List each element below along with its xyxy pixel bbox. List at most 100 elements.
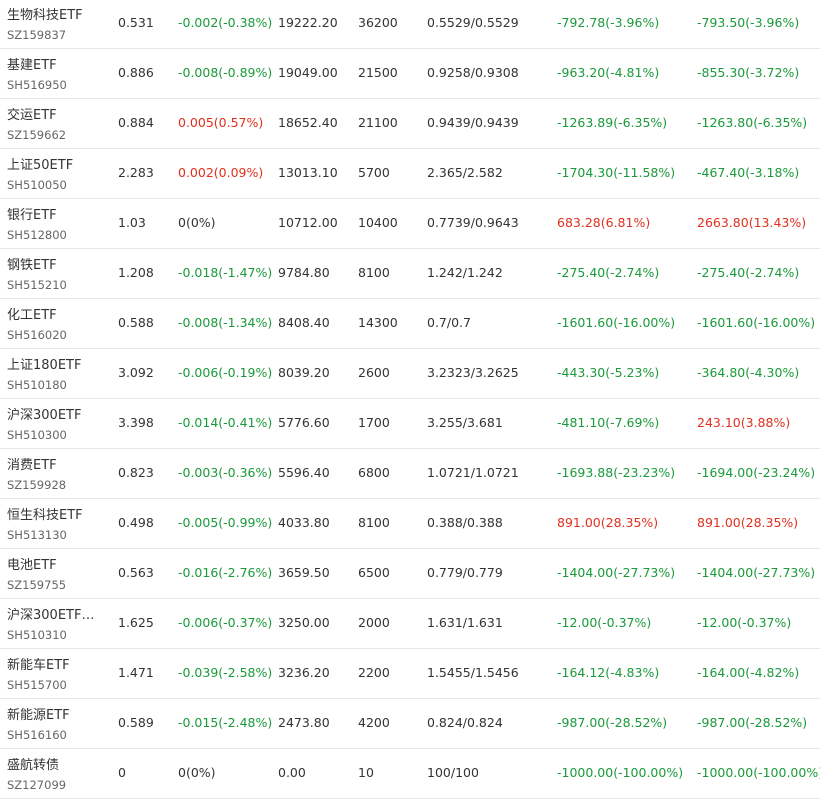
position-quantity: 1700 — [358, 415, 390, 430]
price-change: -0.006(-0.19%) — [178, 365, 273, 380]
security-name[interactable]: 恒生科技ETF — [7, 508, 97, 524]
profit-loss-alt: 243.10(3.88%) — [697, 415, 791, 430]
security-name[interactable]: 消费ETF — [7, 458, 97, 474]
profit-loss: -1000.00(-100.00%) — [557, 765, 684, 780]
profit-loss-alt: -1694.00(-23.24%) — [697, 465, 816, 480]
profit-loss: -443.30(-5.23%) — [557, 365, 660, 380]
position-quantity: 21100 — [358, 115, 398, 130]
security-cell: 上证180ETF SH510180 — [7, 358, 107, 392]
profit-loss: -1263.89(-6.35%) — [557, 115, 668, 130]
market-value: 3236.20 — [278, 665, 330, 680]
current-price: 0.531 — [118, 15, 154, 30]
security-name[interactable]: 上证180ETF — [7, 358, 97, 374]
security-name[interactable]: 沪深300ETF — [7, 408, 97, 424]
profit-loss-alt: -164.00(-4.82%) — [697, 665, 800, 680]
current-price: 0.589 — [118, 715, 154, 730]
market-value: 3250.00 — [278, 615, 330, 630]
holding-row[interactable]: 基建ETF SH516950 0.886 -0.008(-0.89%) 1904… — [0, 49, 820, 99]
cost-price: 0.7/0.7 — [427, 315, 471, 330]
holding-row[interactable]: 新能车ETF SH515700 1.471 -0.039(-2.58%) 323… — [0, 649, 820, 699]
price-change: -0.008(-1.34%) — [178, 315, 273, 330]
holding-row[interactable]: 钢铁ETF SH515210 1.208 -0.018(-1.47%) 9784… — [0, 249, 820, 299]
profit-loss: -792.78(-3.96%) — [557, 15, 660, 30]
cost-price: 0.824/0.824 — [427, 715, 503, 730]
security-name[interactable]: 化工ETF — [7, 308, 97, 324]
current-price: 1.208 — [118, 265, 154, 280]
security-cell: 盛航转债 SZ127099 — [7, 758, 107, 792]
market-value: 9784.80 — [278, 265, 330, 280]
price-change: 0(0%) — [178, 215, 216, 230]
price-change: -0.014(-0.41%) — [178, 415, 273, 430]
cost-price: 1.5455/1.5456 — [427, 665, 519, 680]
current-price: 2.283 — [118, 165, 154, 180]
security-name[interactable]: 新能车ETF — [7, 658, 97, 674]
security-cell: 化工ETF SH516020 — [7, 308, 107, 342]
position-quantity: 5700 — [358, 165, 390, 180]
position-quantity: 2000 — [358, 615, 390, 630]
price-change: -0.039(-2.58%) — [178, 665, 273, 680]
security-name[interactable]: 新能源ETF — [7, 708, 97, 724]
security-cell: 交运ETF SZ159662 — [7, 108, 107, 142]
holding-row[interactable]: 新能源ETF SH516160 0.589 -0.015(-2.48%) 247… — [0, 699, 820, 749]
security-name[interactable]: 沪深300ETF… — [7, 608, 97, 624]
security-name[interactable]: 电池ETF — [7, 558, 97, 574]
security-name[interactable]: 盛航转债 — [7, 758, 97, 774]
current-price: 1.471 — [118, 665, 154, 680]
holding-row[interactable]: 上证50ETF SH510050 2.283 0.002(0.09%) 1301… — [0, 149, 820, 199]
current-price: 0.886 — [118, 65, 154, 80]
holding-row[interactable]: 电池ETF SZ159755 0.563 -0.016(-2.76%) 3659… — [0, 549, 820, 599]
market-value: 4033.80 — [278, 515, 330, 530]
holding-row[interactable]: 沪深300ETF SH510300 3.398 -0.014(-0.41%) 5… — [0, 399, 820, 449]
holding-row[interactable]: 化工ETF SH516020 0.588 -0.008(-1.34%) 8408… — [0, 299, 820, 349]
profit-loss-alt: -1404.00(-27.73%) — [697, 565, 816, 580]
current-price: 0 — [118, 765, 126, 780]
security-cell: 基建ETF SH516950 — [7, 58, 107, 92]
security-code: SH516950 — [7, 78, 67, 92]
cost-price: 100/100 — [427, 765, 479, 780]
cost-price: 2.365/2.582 — [427, 165, 503, 180]
position-quantity: 6800 — [358, 465, 390, 480]
cost-price: 3.255/3.681 — [427, 415, 503, 430]
profit-loss: -1704.30(-11.58%) — [557, 165, 676, 180]
security-code: SH515210 — [7, 278, 67, 292]
security-name[interactable]: 钢铁ETF — [7, 258, 97, 274]
price-change: 0.002(0.09%) — [178, 165, 264, 180]
holding-row[interactable]: 盛航转债 SZ127099 0 0(0%) 0.00 10 100/100 -1… — [0, 749, 820, 799]
holding-row[interactable]: 生物科技ETF SZ159837 0.531 -0.002(-0.38%) 19… — [0, 0, 820, 49]
position-quantity: 4200 — [358, 715, 390, 730]
security-code: SH516160 — [7, 728, 67, 742]
security-cell: 上证50ETF SH510050 — [7, 158, 107, 192]
holding-row[interactable]: 恒生科技ETF SH513130 0.498 -0.005(-0.99%) 40… — [0, 499, 820, 549]
profit-loss: -164.12(-4.83%) — [557, 665, 660, 680]
market-value: 19049.00 — [278, 65, 338, 80]
holding-row[interactable]: 银行ETF SH512800 1.03 0(0%) 10712.00 10400… — [0, 199, 820, 249]
cost-price: 1.242/1.242 — [427, 265, 503, 280]
price-change: -0.015(-2.48%) — [178, 715, 273, 730]
holding-row[interactable]: 沪深300ETF… SH510310 1.625 -0.006(-0.37%) … — [0, 599, 820, 649]
security-name[interactable]: 交运ETF — [7, 108, 97, 124]
price-change: -0.008(-0.89%) — [178, 65, 273, 80]
holding-row[interactable]: 消费ETF SZ159928 0.823 -0.003(-0.36%) 5596… — [0, 449, 820, 499]
security-code: SZ159662 — [7, 128, 67, 142]
holdings-table: 生物科技ETF SZ159837 0.531 -0.002(-0.38%) 19… — [0, 0, 820, 799]
market-value: 5776.60 — [278, 415, 330, 430]
security-name[interactable]: 生物科技ETF — [7, 8, 97, 24]
price-change: -0.002(-0.38%) — [178, 15, 273, 30]
security-name[interactable]: 银行ETF — [7, 208, 97, 224]
price-change: -0.016(-2.76%) — [178, 565, 273, 580]
holding-row[interactable]: 上证180ETF SH510180 3.092 -0.006(-0.19%) 8… — [0, 349, 820, 399]
security-code: SH510180 — [7, 378, 67, 392]
profit-loss-alt: -1601.60(-16.00%) — [697, 315, 816, 330]
security-name[interactable]: 基建ETF — [7, 58, 97, 74]
price-change: -0.003(-0.36%) — [178, 465, 273, 480]
holding-row[interactable]: 交运ETF SZ159662 0.884 0.005(0.57%) 18652.… — [0, 99, 820, 149]
position-quantity: 2600 — [358, 365, 390, 380]
security-code: SH510300 — [7, 428, 67, 442]
security-cell: 电池ETF SZ159755 — [7, 558, 107, 592]
security-cell: 新能源ETF SH516160 — [7, 708, 107, 742]
security-code: SZ127099 — [7, 778, 67, 792]
price-change: -0.005(-0.99%) — [178, 515, 273, 530]
security-cell: 钢铁ETF SH515210 — [7, 258, 107, 292]
security-name[interactable]: 上证50ETF — [7, 158, 97, 174]
market-value: 10712.00 — [278, 215, 338, 230]
